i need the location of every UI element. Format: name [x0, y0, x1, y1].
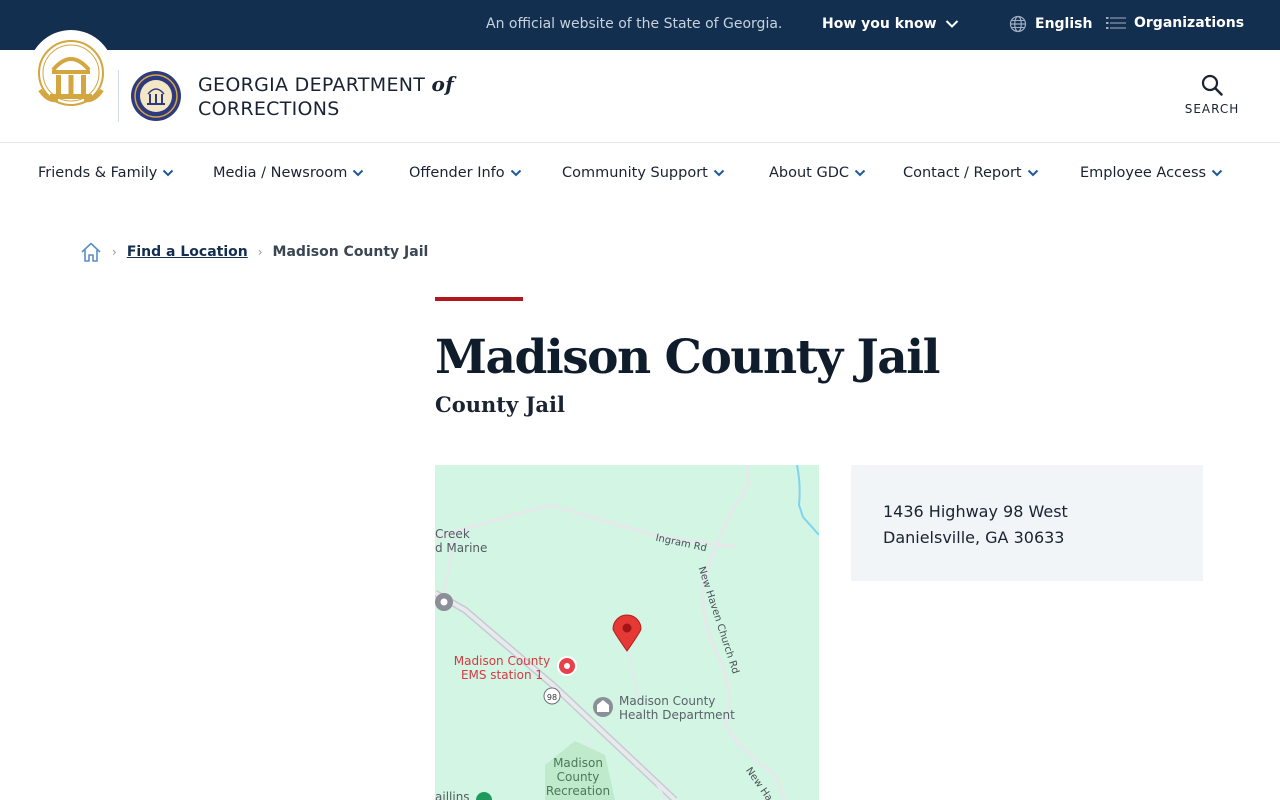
nav-item-label: Friends & Family: [38, 165, 158, 181]
organizations-label: Organizations: [1134, 15, 1245, 31]
map-label-ems-line2: EMS station 1: [460, 668, 544, 682]
search-button[interactable]: SEARCH: [1180, 74, 1244, 116]
language-label: English: [1035, 16, 1093, 32]
chevron-right-icon: ›: [257, 245, 263, 259]
nav-item-label: Community Support: [562, 165, 708, 181]
nav-item-label: Employee Access: [1080, 165, 1207, 181]
nav-offender-info[interactable]: Offender Info: [409, 165, 522, 181]
georgia-seal-icon: [38, 40, 104, 106]
nav-about-gdc[interactable]: About GDC: [769, 165, 866, 181]
chevron-down-icon: [854, 169, 866, 177]
map-label-rec-line1: Madison: [553, 756, 603, 770]
chevron-down-icon: [163, 169, 174, 177]
map-label-health-line2: Health Department: [619, 708, 735, 722]
map-label-ems-line1: Madison County: [453, 654, 551, 668]
org-name-line1: GEORGIA DEPARTMENT: [198, 74, 426, 96]
site-header: GEORGIA DEPARTMENT of CORRECTIONS SEARCH: [0, 30, 1280, 143]
gov-banner: An official website of the State of Geor…: [0, 0, 1280, 50]
map-label-creek: Creek: [435, 527, 470, 541]
language-selector[interactable]: English: [1009, 15, 1092, 33]
org-name-line2: CORRECTIONS: [198, 98, 340, 120]
title-accent-bar: [435, 297, 523, 301]
chevron-down-icon: [713, 169, 725, 177]
nav-item-label: About GDC: [769, 165, 850, 181]
organizations-button[interactable]: Organizations: [1106, 15, 1244, 31]
nav-friends-family[interactable]: Friends & Family: [38, 165, 174, 181]
nav-item-label: Offender Info: [409, 165, 505, 181]
nav-item-label: Media / Newsroom: [213, 165, 348, 181]
map-label-partial: aillins: [435, 790, 470, 800]
chevron-down-icon: [1027, 169, 1038, 177]
search-label: SEARCH: [1184, 102, 1240, 116]
chevron-down-icon: [1211, 169, 1223, 177]
chevron-down-icon: [945, 20, 958, 28]
main-nav: Friends & Family Media / Newsroom Offend…: [0, 143, 1280, 203]
nav-media-newsroom[interactable]: Media / Newsroom: [213, 165, 364, 181]
search-icon: [1201, 74, 1223, 96]
map-label-marine: d Marine: [435, 541, 488, 555]
chevron-right-icon: ›: [112, 245, 117, 259]
map-label-rec-line3: Recreation: [545, 784, 611, 798]
breadcrumb-current: Madison County Jail: [272, 244, 429, 260]
chevron-down-icon: [353, 169, 364, 177]
map-route-shield-label: 98: [546, 693, 558, 702]
chevron-down-icon: [510, 169, 521, 177]
breadcrumb: › Find a Location › Madison County Jail: [80, 241, 428, 263]
gdc-seal-icon[interactable]: [130, 70, 182, 122]
nav-contact-report[interactable]: Contact / Report: [903, 165, 1039, 181]
map-roads: [435, 465, 819, 800]
nav-community-support[interactable]: Community Support: [562, 165, 725, 181]
page-title: Madison County Jail: [435, 330, 940, 385]
how-you-know-label: How you know: [822, 16, 937, 32]
home-icon[interactable]: [80, 241, 102, 263]
official-website-text: An official website of the State of Geor…: [486, 16, 783, 32]
org-name-of: of: [431, 72, 455, 96]
organization-name[interactable]: GEORGIA DEPARTMENT of CORRECTIONS: [198, 72, 454, 121]
location-map[interactable]: Creek d Marine Ingram Rd New Haven Churc…: [435, 465, 819, 800]
georgia-seal-logo[interactable]: [28, 30, 114, 116]
nav-employee-access[interactable]: Employee Access: [1080, 165, 1223, 181]
map-label-rec-line2: County: [556, 770, 600, 784]
globe-icon: [1009, 15, 1027, 33]
breadcrumb-find-location-link[interactable]: Find a Location: [127, 244, 248, 260]
page-subtitle: County Jail: [435, 392, 565, 417]
address-line2: Danielsville, GA 30633: [883, 528, 1065, 547]
logo-divider: [118, 70, 119, 122]
how-you-know-button[interactable]: How you know: [822, 16, 959, 32]
address-line1: 1436 Highway 98 West: [883, 502, 1068, 521]
address-card: 1436 Highway 98 West Danielsville, GA 30…: [851, 465, 1203, 581]
map-label-health-line1: Madison County: [619, 694, 716, 708]
nav-item-label: Contact / Report: [903, 165, 1022, 181]
list-icon: [1106, 17, 1126, 29]
